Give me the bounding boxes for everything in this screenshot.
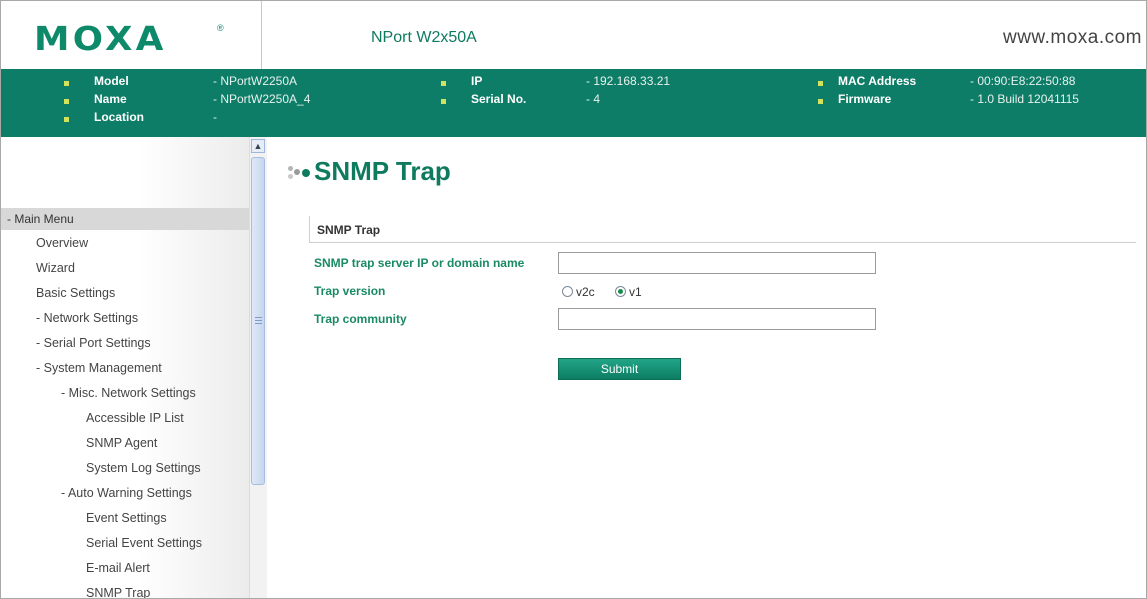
- menu-item-snmp-trap[interactable]: SNMP Trap: [86, 583, 150, 598]
- name-value: - NPortW2250A_4: [213, 92, 311, 106]
- mac-label: MAC Address: [838, 74, 917, 88]
- trap-version-label: Trap version: [314, 284, 386, 298]
- device-info-bar: Model - NPortW2250A Name - NPortW2250A_4…: [1, 69, 1146, 137]
- scroll-thumb[interactable]: [251, 157, 265, 485]
- menu-item-accessible-ip-list[interactable]: Accessible IP List: [86, 408, 184, 428]
- website-link[interactable]: www.moxa.com: [1003, 27, 1142, 49]
- bullet-icon: [441, 81, 446, 86]
- registered-mark: ®: [217, 23, 224, 33]
- menu-item-system-log-settings[interactable]: System Log Settings: [86, 458, 201, 478]
- section-header: SNMP Trap: [309, 216, 1136, 243]
- product-name: NPort W2x50A: [371, 29, 477, 46]
- serial-label: Serial No.: [471, 92, 527, 106]
- menu-item-network-settings[interactable]: - Network Settings: [36, 308, 138, 328]
- trap-community-input[interactable]: [558, 308, 876, 330]
- moxa-logo[interactable]: MOXA: [34, 19, 167, 58]
- menu-item-system-management[interactable]: - System Management: [36, 358, 162, 378]
- grip-line: [255, 323, 262, 324]
- model-value: - NPortW2250A: [213, 74, 298, 88]
- bullet-icon: [64, 99, 69, 104]
- menu-item-misc-network-settings[interactable]: - Misc. Network Settings: [61, 383, 196, 403]
- model-label: Model: [94, 74, 129, 88]
- menu-item-overview[interactable]: Overview: [36, 233, 88, 253]
- bullet-icon: [818, 81, 823, 86]
- logo-cell: MOXA ®: [1, 1, 262, 69]
- main-menu-heading[interactable]: - Main Menu: [1, 208, 249, 230]
- dot: [302, 169, 310, 177]
- grip-line: [255, 317, 262, 318]
- menu-item-basic-settings[interactable]: Basic Settings: [36, 283, 115, 303]
- location-label: Location: [94, 110, 144, 124]
- ip-value: - 192.168.33.21: [586, 74, 671, 88]
- firmware-value: - 1.0 Build 12041115: [970, 92, 1079, 106]
- serial-value: - 4: [586, 92, 601, 106]
- sidebar: - Main Menu Overview Wizard Basic Settin…: [1, 137, 249, 598]
- radio-v1[interactable]: [615, 286, 626, 297]
- bullet-icon: [441, 99, 446, 104]
- menu-item-event-settings[interactable]: Event Settings: [86, 508, 167, 528]
- header: MOXA ® NPort W2x50A www.moxa.com: [1, 1, 1146, 69]
- menu-item-wizard[interactable]: Wizard: [36, 258, 75, 278]
- menu-item-snmp-agent[interactable]: SNMP Agent: [86, 433, 157, 453]
- dot: [288, 166, 293, 171]
- menu-item-email-alert[interactable]: E-mail Alert: [86, 558, 150, 578]
- sidebar-scrollbar[interactable]: ▲: [249, 137, 267, 598]
- section-title: SNMP Trap: [317, 223, 381, 237]
- section-border: [309, 216, 310, 242]
- trap-community-label: Trap community: [314, 312, 407, 326]
- grip-line: [255, 320, 262, 321]
- scroll-up-icon[interactable]: ▲: [251, 139, 265, 153]
- radio-v2c-label[interactable]: v2c: [576, 285, 595, 299]
- mac-value: - 00:90:E8:22:50:88: [970, 74, 1076, 88]
- dot: [294, 169, 300, 175]
- ip-label: IP: [471, 74, 483, 88]
- bullet-icon: [64, 81, 69, 86]
- dots-icon: [288, 166, 312, 184]
- page-title: SNMP Trap: [314, 156, 451, 186]
- trap-server-input[interactable]: [558, 252, 876, 274]
- menu-item-serial-event-settings[interactable]: Serial Event Settings: [86, 533, 202, 553]
- submit-button[interactable]: Submit: [558, 358, 681, 380]
- menu-item-serial-port-settings[interactable]: - Serial Port Settings: [36, 333, 151, 353]
- browser-page: MOXA ® NPort W2x50A www.moxa.com Model -…: [0, 0, 1147, 599]
- firmware-label: Firmware: [838, 92, 892, 106]
- location-value: -: [213, 110, 217, 124]
- bullet-icon: [818, 99, 823, 104]
- bullet-icon: [64, 117, 69, 122]
- menu-item-auto-warning-settings[interactable]: - Auto Warning Settings: [61, 483, 192, 503]
- radio-v1-label[interactable]: v1: [629, 285, 642, 299]
- name-label: Name: [94, 92, 127, 106]
- dot: [288, 174, 293, 179]
- trap-server-label: SNMP trap server IP or domain name: [314, 256, 525, 270]
- radio-v2c[interactable]: [562, 286, 573, 297]
